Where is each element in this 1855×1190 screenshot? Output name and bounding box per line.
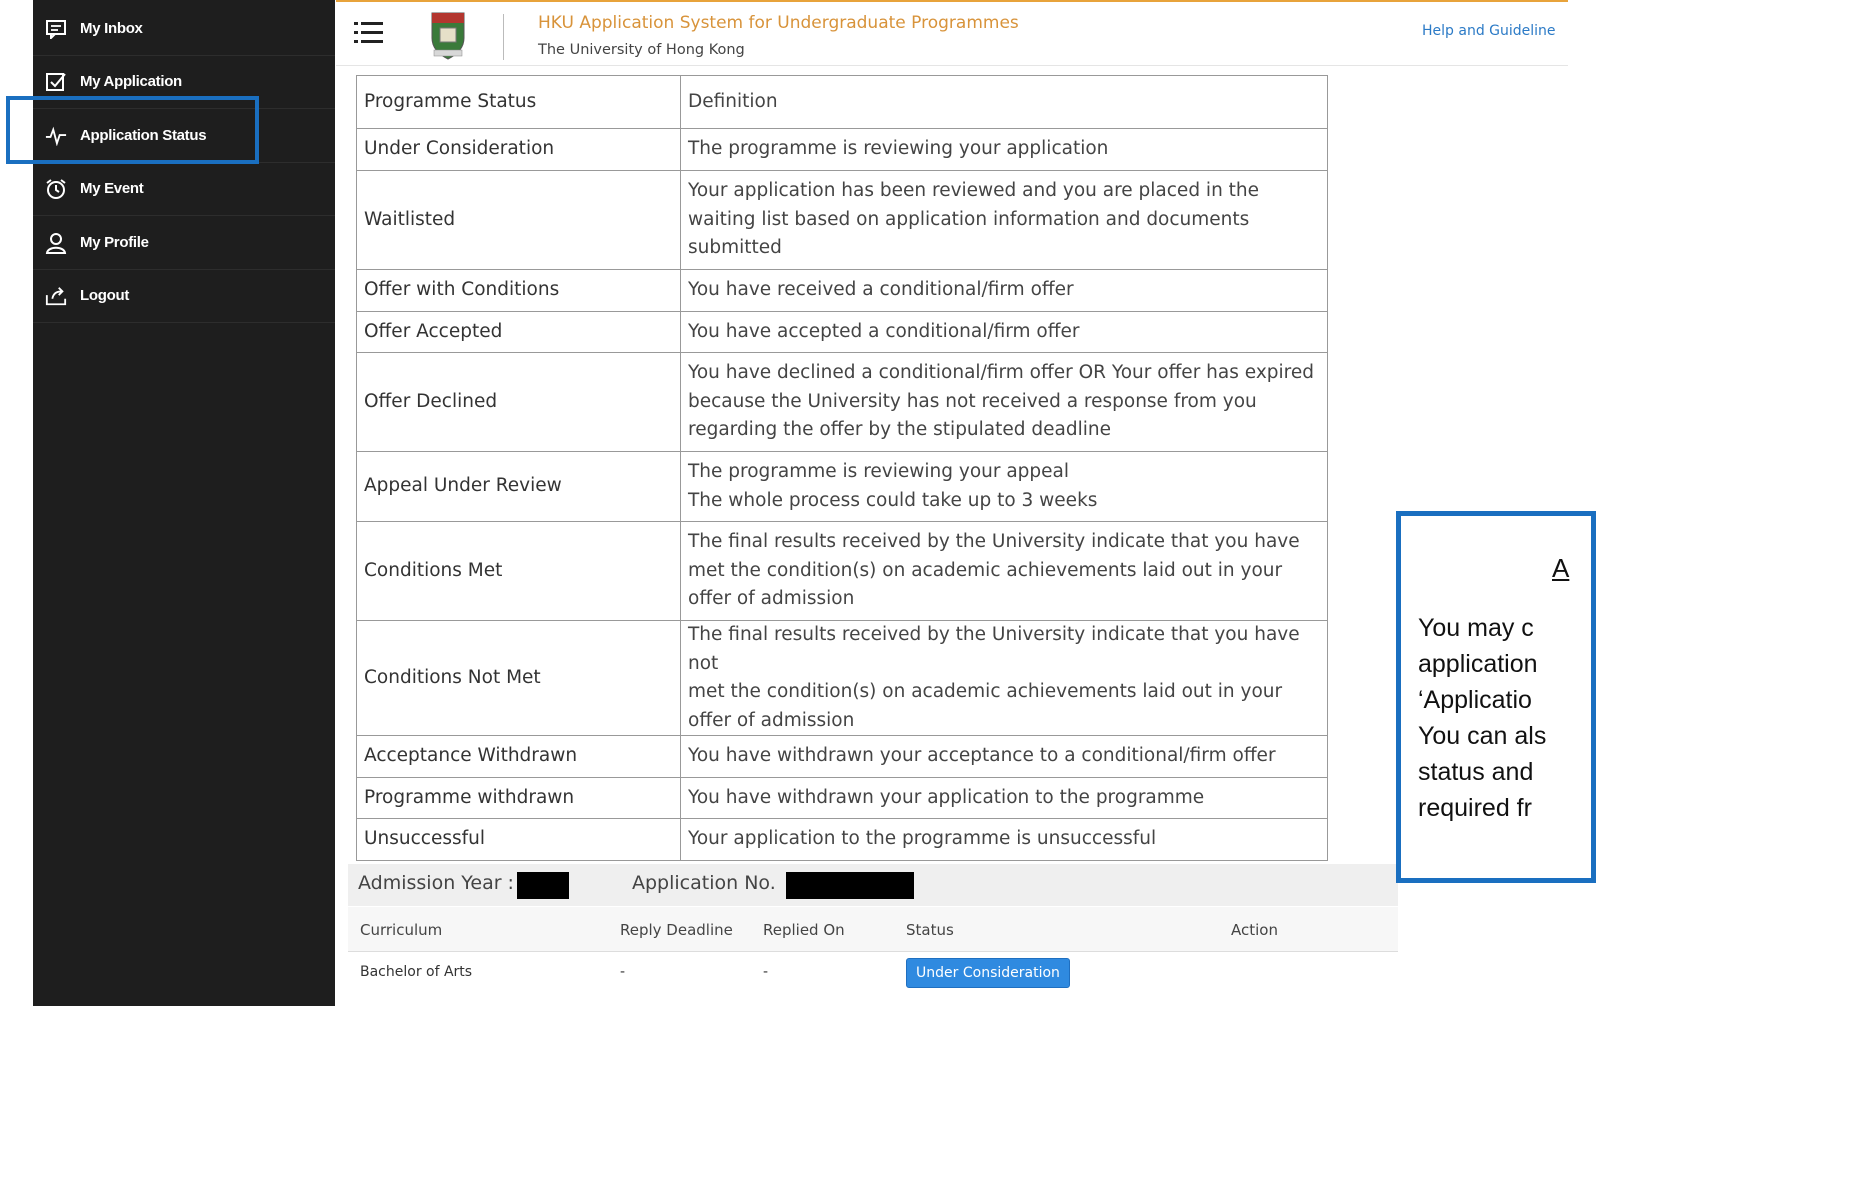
table-row: Offer Accepted You have accepted a condi…: [356, 311, 1328, 353]
status-definition: Your application to the programme is uns…: [680, 818, 1328, 861]
status-definition: You have accepted a conditional/firm off…: [680, 311, 1328, 353]
help-guideline-link[interactable]: Help and Guideline: [1422, 23, 1556, 39]
status-name: Appeal Under Review: [356, 451, 681, 522]
column-reply-deadline: Reply Deadline: [620, 921, 733, 939]
message-icon: [45, 18, 67, 40]
app-title: HKU Application System for Undergraduate…: [538, 13, 1019, 33]
status-name: Programme withdrawn: [356, 777, 681, 819]
user-icon: [45, 232, 67, 254]
admission-year-label: Admission Year :: [358, 872, 514, 894]
sidebar-item-label: My Profile: [80, 234, 149, 251]
reply-deadline-cell: -: [620, 964, 626, 980]
table-header-cell: Programme Status: [356, 75, 681, 129]
status-definition: You have withdrawn your application to t…: [680, 777, 1328, 819]
table-row: Under Consideration The programme is rev…: [356, 128, 1328, 171]
status-name: Conditions Met: [356, 521, 681, 621]
callout-line: required fr: [1418, 794, 1532, 822]
status-name: Conditions Not Met: [356, 620, 681, 736]
table-header-row: Programme Status Definition: [356, 75, 1328, 129]
status-name: Under Consideration: [356, 128, 681, 171]
status-definition: The programme is reviewing your appeal Th…: [680, 451, 1328, 522]
replied-on-cell: -: [763, 964, 769, 980]
column-curriculum: Curriculum: [360, 921, 443, 939]
table-row: Offer with Conditions You have received …: [356, 269, 1328, 312]
table-row: Conditions Met The final results receive…: [356, 521, 1328, 621]
status-definition: You have received a conditional/firm off…: [680, 269, 1328, 312]
sidebar-item-my-profile[interactable]: My Profile: [33, 216, 335, 270]
table-row: Conditions Not Met The final results rec…: [356, 620, 1328, 736]
header-divider: [503, 14, 504, 60]
column-status: Status: [906, 921, 954, 939]
status-name: Unsuccessful: [356, 818, 681, 861]
curriculum-cell: Bachelor of Arts: [360, 964, 473, 980]
column-action: Action: [1231, 921, 1278, 939]
university-crest-logo: [424, 10, 472, 62]
status-definition: Your application has been reviewed and y…: [680, 170, 1328, 270]
table-row: Appeal Under Review The programme is rev…: [356, 451, 1328, 522]
status-name: Offer Declined: [356, 352, 681, 452]
callout-line: You may c: [1418, 614, 1534, 642]
sidebar-item-logout[interactable]: Logout: [33, 269, 335, 323]
alarm-clock-icon: [45, 178, 67, 200]
sidebar-item-label: My Event: [80, 180, 144, 197]
sidebar-item-my-event[interactable]: My Event: [33, 162, 335, 216]
top-bar: [336, 0, 1568, 66]
table-row: Unsuccessful Your application to the pro…: [356, 818, 1328, 861]
callout-line: status and: [1418, 758, 1534, 786]
sidebar-item-label: My Application: [80, 73, 182, 90]
menu-icon[interactable]: [354, 20, 384, 46]
status-definition: You have declined a conditional/firm off…: [680, 352, 1328, 452]
status-name: Acceptance Withdrawn: [356, 735, 681, 778]
column-replied-on: Replied On: [763, 921, 845, 939]
status-definitions-table: Programme Status Definition Under Consid…: [356, 75, 1328, 861]
table-row: Waitlisted Your application has been rev…: [356, 170, 1328, 270]
table-header-cell: Definition: [680, 75, 1328, 129]
status-definition: The programme is reviewing your applicat…: [680, 128, 1328, 171]
status-definition: The final results received by the Univer…: [680, 620, 1328, 736]
highlight-box: [6, 96, 259, 164]
checkbox-icon: [45, 71, 67, 93]
status-button[interactable]: Under Consideration: [906, 958, 1070, 988]
sidebar-item-my-inbox[interactable]: My Inbox: [33, 2, 335, 56]
sidebar-item-label: My Inbox: [80, 20, 143, 37]
table-row: Acceptance Withdrawn You have withdrawn …: [356, 735, 1328, 778]
status-definition: The final results received by the Univer…: [680, 521, 1328, 621]
table-row: Offer Declined You have declined a condi…: [356, 352, 1328, 452]
status-name: Waitlisted: [356, 170, 681, 270]
application-no-label: Application No.: [632, 872, 776, 894]
status-name: Offer Accepted: [356, 311, 681, 353]
callout-line: application: [1418, 650, 1538, 678]
logout-icon: [45, 285, 67, 307]
status-definition: You have withdrawn your acceptance to a …: [680, 735, 1328, 778]
callout-line: ‘Applicatio: [1418, 686, 1532, 714]
redacted-application-no: [786, 872, 914, 899]
redacted-admission-year: [517, 872, 569, 899]
table-row: Programme withdrawn You have withdrawn y…: [356, 777, 1328, 819]
callout-line: You can als: [1418, 722, 1547, 750]
callout-title: A: [1552, 553, 1570, 583]
sidebar-item-label: Logout: [80, 287, 130, 304]
app-subtitle: The University of Hong Kong: [538, 42, 745, 58]
status-name: Offer with Conditions: [356, 269, 681, 312]
